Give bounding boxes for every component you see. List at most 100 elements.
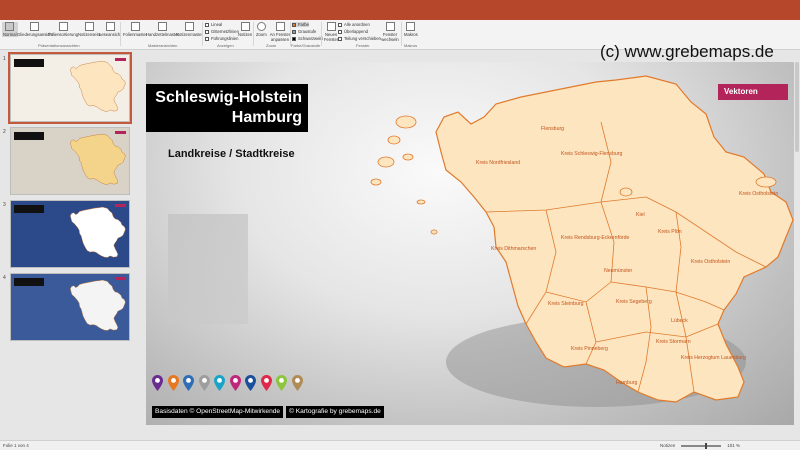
color-swatch-icon [292, 22, 296, 27]
slide-thumbnail[interactable] [10, 273, 130, 341]
vertical-scrollbar-thumb[interactable] [795, 62, 799, 152]
macros-icon [406, 22, 416, 31]
color-option[interactable]: Farbe [292, 22, 309, 27]
macros-button[interactable]: Makros [404, 22, 418, 37]
region-label: Hamburg [616, 380, 637, 386]
region-label: Kreis Herzogtum Lauenburg [681, 355, 746, 361]
slide-title-box[interactable]: Schleswig-Holstein Hamburg [146, 84, 308, 132]
thumbnail-number: 2 [3, 129, 6, 135]
gridlines-checkbox[interactable]: Gitternetzlinien [205, 29, 239, 34]
map-pin-icon[interactable] [276, 375, 287, 391]
zoom-level[interactable]: 101 % [727, 443, 740, 448]
switch-windows-button[interactable]: Fenster wechseln [380, 22, 400, 42]
ribbon-separator [253, 22, 254, 46]
view-sorter-button[interactable]: Foliensortierung [48, 22, 78, 37]
map-pin-icon[interactable] [214, 375, 225, 391]
view-notes-page-label: Notizenseite [78, 32, 102, 37]
handout-master-icon [157, 22, 167, 31]
map-pin-icon[interactable] [245, 375, 256, 391]
map-pin-icon[interactable] [152, 375, 163, 391]
region-label: Kreis Nordfriesland [476, 160, 520, 166]
black-white-label: Schwarzweiß [298, 36, 323, 41]
credit-osm[interactable]: Basisdaten © OpenStreetMap-Mitwirkende [152, 406, 284, 418]
region-label: Kreis Ostholstein [691, 259, 730, 265]
map-pin-icon[interactable] [198, 375, 210, 391]
map-pin-icon[interactable] [167, 375, 179, 391]
map-pin-icon[interactable] [291, 375, 303, 391]
move-split-label: Teilung verschieben [344, 36, 382, 41]
region-label: Kreis Steinburg [548, 301, 584, 307]
notes-page-icon [85, 22, 95, 31]
notes-master-button[interactable]: Notizenmaster [176, 22, 203, 37]
slide-master-icon [130, 22, 140, 31]
slide-thumbnail[interactable] [10, 200, 130, 268]
view-normal-label: Normal [3, 32, 17, 37]
status-notes-button[interactable]: Notizen [660, 443, 675, 448]
region-label: Kreis Dithmarschen [491, 246, 536, 252]
region-label: Kreis Plön [658, 229, 682, 235]
region-label: Neumünster [604, 268, 633, 274]
map-pin-row [152, 375, 312, 393]
outline-view-icon [30, 22, 40, 31]
map-pin-icon[interactable] [183, 375, 194, 391]
split-icon [338, 36, 342, 41]
slide-master-button[interactable]: Folienmaster [123, 22, 147, 37]
view-reading-button[interactable]: Leseansicht [99, 22, 121, 37]
view-notes-page-button[interactable]: Notizenseite [78, 22, 101, 37]
shaded-area [168, 214, 248, 324]
handout-master-button[interactable]: Handzettelmaster [146, 22, 179, 37]
fit-to-window-button[interactable]: An Fenster anpassen [269, 22, 291, 42]
guides-checkbox[interactable]: Führungslinien [205, 36, 238, 41]
switch-windows-icon [385, 22, 395, 31]
notes-toggle-label: Notizen [238, 32, 253, 37]
region-label: Kreis Schleswig-Flensburg [561, 151, 623, 157]
map-pin-icon[interactable] [229, 375, 241, 391]
view-normal-button[interactable]: Normal [2, 22, 18, 37]
slide-thumbnail[interactable] [10, 127, 130, 195]
status-bar: Folie 1 von 4 Notizen 101 % [0, 440, 800, 450]
gridlines-label: Gitternetzlinien [211, 29, 239, 34]
switch-windows-label: Fenster wechseln [381, 32, 399, 42]
zoom-slider[interactable] [681, 442, 722, 449]
island [387, 135, 401, 145]
vektoren-tag[interactable]: Vektoren [718, 84, 788, 100]
island [416, 199, 426, 205]
notes-toggle-button[interactable]: Notizen [238, 22, 252, 37]
grayscale-option[interactable]: Graustufe [292, 29, 316, 34]
new-window-button[interactable]: Neues Fenster [324, 22, 338, 42]
group-show: Anzeigen [217, 43, 234, 48]
ribbon-view-tab: Normal Gliederungsansicht Foliensortieru… [0, 20, 800, 61]
cascade-icon [338, 29, 342, 34]
slide-master-label: Folienmaster [123, 32, 148, 37]
slide-subtitle[interactable]: Landkreise / Stadtkreise [168, 148, 295, 160]
thumbnail-title-block [14, 132, 44, 140]
fit-window-icon [275, 22, 285, 31]
grayscale-swatch-icon [292, 29, 296, 34]
ruler-checkbox[interactable]: Lineal [205, 22, 222, 27]
thumbnail-title-block [14, 278, 44, 286]
notes-master-icon [185, 22, 194, 31]
island [755, 176, 777, 188]
credit-grebemaps[interactable]: © Kartografie by grebemaps.de [286, 406, 384, 418]
island [377, 156, 395, 168]
powerpoint-window: Normal Gliederungsansicht Foliensortieru… [0, 0, 800, 450]
zoom-button[interactable]: Zoom [256, 22, 267, 37]
island [402, 153, 414, 161]
move-split-button[interactable]: Teilung verschieben [338, 36, 381, 41]
magnifier-icon [256, 22, 266, 31]
new-window-label: Neues Fenster [324, 32, 339, 42]
cascade-button[interactable]: Überlappend [338, 29, 368, 34]
ribbon-separator [202, 22, 203, 46]
arrange-all-button[interactable]: Alle anordnen [338, 22, 370, 27]
checkbox-icon [205, 29, 209, 34]
schleswig-holstein-map[interactable]: Kreis Nordfriesland Flensburg Kreis Schles… [346, 62, 794, 425]
thumbnail-map [70, 206, 126, 258]
slide-thumbnail[interactable] [8, 52, 132, 124]
region-label: Kreis Segeberg [616, 299, 652, 305]
reading-view-icon [105, 22, 115, 31]
slide-canvas[interactable]: Kreis Nordfriesland Flensburg Kreis Schles… [146, 62, 794, 425]
map-pin-icon[interactable] [260, 375, 272, 391]
black-white-option[interactable]: Schwarzweiß [292, 36, 323, 41]
view-sorter-label: Foliensortierung [48, 32, 79, 37]
group-presentation-views: Präsentationsansichten [38, 43, 80, 48]
